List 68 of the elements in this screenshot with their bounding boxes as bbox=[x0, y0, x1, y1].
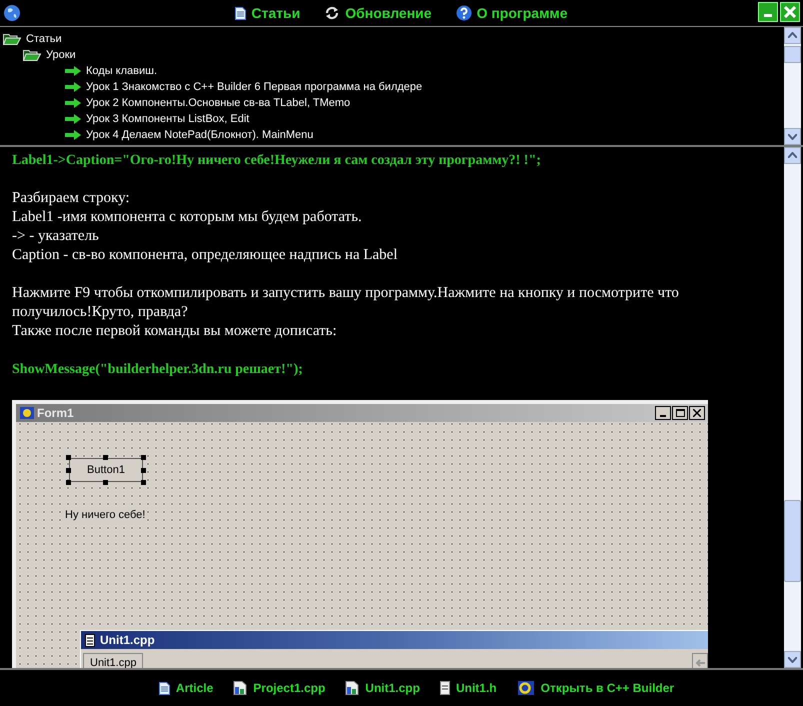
paragraph: Разбираем строку: bbox=[12, 189, 131, 208]
window-title: Form1 bbox=[37, 405, 74, 422]
file-link[interactable]: Article bbox=[176, 679, 214, 697]
close-icon bbox=[693, 409, 701, 417]
paragraph: -> - указатель bbox=[12, 227, 100, 246]
resize-handle[interactable] bbox=[103, 455, 108, 460]
document-icon bbox=[235, 6, 246, 20]
arrow-icon bbox=[65, 130, 81, 140]
arrow-icon bbox=[65, 82, 81, 92]
tree-item[interactable]: Урок 4 Делаем NotePad(Блокнот). MainMenu bbox=[86, 127, 314, 143]
builder-icon bbox=[516, 680, 535, 696]
document-icon bbox=[158, 682, 170, 694]
resize-handle[interactable] bbox=[141, 468, 146, 473]
form-button[interactable]: Button1 bbox=[69, 458, 143, 482]
refresh-icon bbox=[324, 5, 340, 21]
form-label: Ну ничего себе! bbox=[65, 507, 146, 524]
file-link[interactable]: Unit1.h bbox=[456, 679, 497, 697]
resize-handle[interactable] bbox=[66, 480, 71, 485]
tree-item[interactable]: Статьи bbox=[26, 31, 62, 47]
tree-item[interactable]: Урок 1 Знакомство с C++ Builder 6 Первая программа на билдере bbox=[86, 79, 422, 95]
caret-down-icon bbox=[788, 657, 797, 663]
resize-handle[interactable] bbox=[66, 468, 71, 473]
code-line: Label1->Caption="Ого-го!Ну ничего себе!Неужели я сам создал эту программу?! !"; bbox=[12, 152, 542, 170]
scroll-thumb[interactable] bbox=[784, 46, 801, 63]
file-icon bbox=[345, 681, 360, 695]
file-link[interactable]: Unit1.cpp bbox=[365, 679, 420, 697]
resize-handle[interactable] bbox=[66, 455, 71, 460]
close-button[interactable] bbox=[689, 406, 705, 420]
code-line: ShowMessage("builderhelper.3dn.ru решает!"); bbox=[12, 361, 304, 379]
scroll-down-button[interactable] bbox=[784, 651, 801, 668]
resize-handle[interactable] bbox=[103, 480, 108, 485]
caret-up-icon bbox=[788, 32, 797, 38]
tree-item[interactable]: Уроки bbox=[46, 47, 76, 63]
paragraph: Нажмите F9 чтобы откомпилировать и запустить вашу программу.Нажмите на кнопку и посмотрите что получилось!Круто, правда? bbox=[12, 284, 680, 322]
resize-handle[interactable] bbox=[141, 455, 146, 460]
nav-link[interactable]: Статьи bbox=[251, 2, 300, 24]
arrow-icon bbox=[65, 114, 81, 124]
app-icon bbox=[19, 405, 35, 421]
tree-item[interactable]: Урок 2 Компоненты.Основные св-ва TLabel, TMemo bbox=[86, 95, 350, 111]
tree-item[interactable]: Коды клавиш. bbox=[86, 63, 158, 79]
paragraph: Также после первой команды вы можете дописать: bbox=[12, 322, 338, 341]
document-icon bbox=[440, 681, 450, 695]
tree-item[interactable]: Урок 3 Компоненты ListBox, Edit bbox=[86, 111, 250, 127]
resize-handle[interactable] bbox=[141, 480, 146, 485]
arrow-left-icon bbox=[695, 659, 705, 667]
help-icon bbox=[456, 5, 472, 21]
scroll-down-button[interactable] bbox=[784, 128, 801, 145]
arrow-icon bbox=[65, 98, 81, 108]
scroll-up-button[interactable] bbox=[784, 27, 801, 44]
nav-link[interactable]: Обновление bbox=[345, 2, 432, 24]
scroll-thumb[interactable] bbox=[784, 500, 801, 582]
globe-icon[interactable] bbox=[3, 4, 21, 22]
scroll-up-button[interactable] bbox=[784, 147, 801, 164]
editor-title: Unit1.cpp bbox=[100, 632, 155, 649]
maximize-button[interactable] bbox=[672, 406, 688, 420]
folder-icon[interactable] bbox=[23, 49, 41, 61]
caret-down-icon bbox=[788, 134, 797, 140]
paragraph: Label1 -имя компонента с которым мы будем работать. bbox=[12, 208, 363, 227]
folder-icon[interactable] bbox=[3, 33, 21, 45]
paragraph: Caption - св-во компонента, определяющее надпись на Label bbox=[12, 246, 399, 265]
nav-link[interactable]: О программе bbox=[476, 2, 568, 24]
caret-up-icon bbox=[788, 152, 797, 158]
minimize-button[interactable] bbox=[655, 406, 671, 420]
file-link[interactable]: Project1.cpp bbox=[253, 679, 326, 697]
file-icon bbox=[233, 681, 248, 695]
arrow-icon bbox=[65, 66, 81, 76]
document-icon bbox=[85, 634, 95, 646]
file-link[interactable]: Открыть в C++ Builder bbox=[540, 679, 674, 697]
